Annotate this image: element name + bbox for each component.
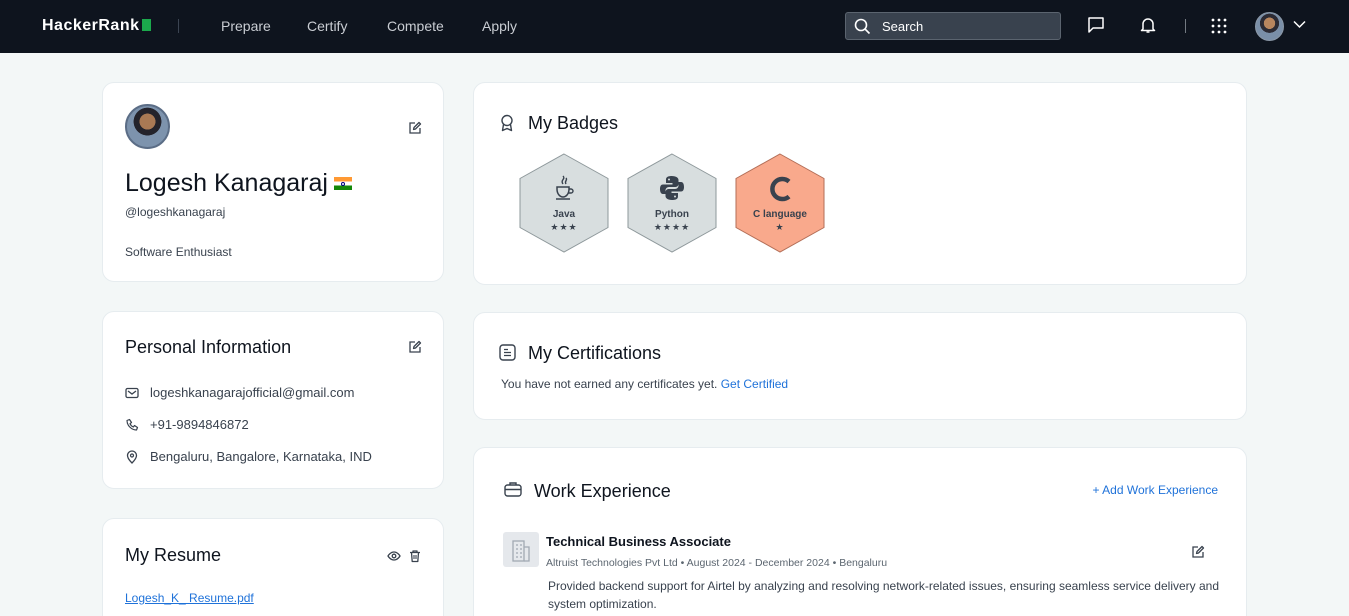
badge-hexagon: [519, 153, 609, 253]
job-location: Bengaluru: [839, 557, 888, 569]
nav-link-certify[interactable]: Certify: [307, 18, 347, 34]
apps-grid-icon[interactable]: [1211, 18, 1227, 34]
badge-stars: ★★★: [550, 222, 578, 232]
chevron-down-icon[interactable]: [1293, 20, 1306, 29]
medal-icon: [501, 114, 513, 132]
certifications-message: You have not earned any certificates yet…: [501, 377, 718, 391]
search-input[interactable]: Search: [845, 12, 1061, 40]
eye-icon[interactable]: [387, 549, 401, 563]
phone-icon: [126, 418, 139, 431]
phone-text: +91-9894846872: [150, 417, 249, 432]
profile-avatar: [125, 104, 170, 149]
badge-python[interactable]: Python ★★★★: [627, 153, 717, 253]
resume-title: My Resume: [125, 545, 222, 565]
badge-hexagon: [627, 153, 717, 253]
edit-icon[interactable]: [1191, 545, 1205, 559]
mail-icon: [125, 387, 139, 399]
bell-icon[interactable]: [1139, 16, 1157, 34]
edit-icon[interactable]: [408, 121, 422, 135]
badge-label: C language: [753, 209, 807, 220]
chat-icon[interactable]: [1087, 16, 1105, 34]
badge-c-language[interactable]: C language ★: [735, 153, 825, 253]
badge-label: Java: [552, 209, 576, 220]
logo-text: HackerRank: [42, 17, 140, 34]
badge-hexagon: [735, 153, 825, 253]
profile-name-text: Logesh Kanagaraj: [125, 169, 328, 197]
java-cup-icon: [556, 175, 574, 200]
top-nav: HackerRank Prepare Certify Compete Apply…: [0, 0, 1349, 53]
user-avatar[interactable]: [1255, 12, 1284, 41]
certifications-title: My Certifications: [528, 343, 662, 363]
building-icon: [512, 540, 530, 562]
certificate-icon: [499, 344, 516, 361]
profile-card: Logesh Kanagaraj @logeshkanagaraj Softwa…: [102, 82, 444, 282]
badge-label: Python: [655, 209, 689, 220]
search-placeholder: Search: [882, 19, 924, 34]
profile-bio: Software Enthusiast: [125, 245, 232, 259]
work-experience-card: Work Experience + Add Work Experience Te…: [473, 447, 1247, 616]
company-name: Altruist Technologies Pvt Ltd: [546, 557, 678, 569]
badges-title: My Badges: [528, 113, 619, 133]
work-experience-title: Work Experience: [534, 481, 671, 501]
india-flag-icon: [333, 177, 352, 190]
badge-stars: ★: [775, 222, 785, 232]
c-letter-icon: [770, 176, 791, 202]
certifications-empty-text: You have not earned any certificates yet…: [501, 377, 788, 391]
resume-file-link[interactable]: Logesh_K_ Resume.pdf: [125, 591, 254, 605]
briefcase-icon: [504, 482, 522, 497]
location-text: Bengaluru, Bangalore, Karnataka, IND: [150, 449, 372, 464]
badge-stars: ★★★★: [653, 222, 691, 232]
email-text: logeshkanagarajofficial@gmail.com: [150, 385, 355, 400]
personal-info-title: Personal Information: [125, 337, 292, 357]
profile-handle: @logeshkanagaraj: [125, 205, 226, 219]
location-pin-icon: [126, 450, 138, 464]
hackerrank-logo[interactable]: HackerRank: [42, 17, 151, 35]
logo-mark: [141, 19, 151, 31]
personal-info-card: Personal Information logeshkanagarajoffi…: [102, 311, 444, 489]
resume-card: My Resume Logesh_K_ Resume.pdf: [102, 518, 444, 616]
nav-divider: [178, 19, 179, 33]
job-description: Provided backend support for Airtel by a…: [548, 579, 1220, 611]
add-work-experience-button[interactable]: + Add Work Experience: [1092, 483, 1218, 497]
job-dates: August 2024 - December 2024: [686, 557, 830, 569]
nav-link-compete[interactable]: Compete: [387, 18, 444, 34]
edit-icon[interactable]: [408, 340, 422, 354]
job-title: Technical Business Associate: [546, 534, 731, 549]
badge-java[interactable]: Java ★★★: [519, 153, 609, 253]
trash-icon[interactable]: [408, 549, 422, 563]
certifications-card: My Certifications You have not earned an…: [473, 312, 1247, 420]
python-logo-icon: [660, 176, 684, 200]
company-logo: [503, 532, 539, 567]
nav-link-prepare[interactable]: Prepare: [221, 18, 271, 34]
job-meta: Altruist Technologies Pvt Ltd • August 2…: [546, 557, 888, 569]
search-icon: [854, 18, 871, 35]
badges-card: My Badges Java ★★★ Python ★★★★ C languag…: [473, 82, 1247, 285]
get-certified-link[interactable]: Get Certified: [721, 377, 788, 391]
nav-divider-right: [1185, 19, 1186, 33]
profile-name: Logesh Kanagaraj: [125, 169, 352, 198]
nav-link-apply[interactable]: Apply: [482, 18, 517, 34]
